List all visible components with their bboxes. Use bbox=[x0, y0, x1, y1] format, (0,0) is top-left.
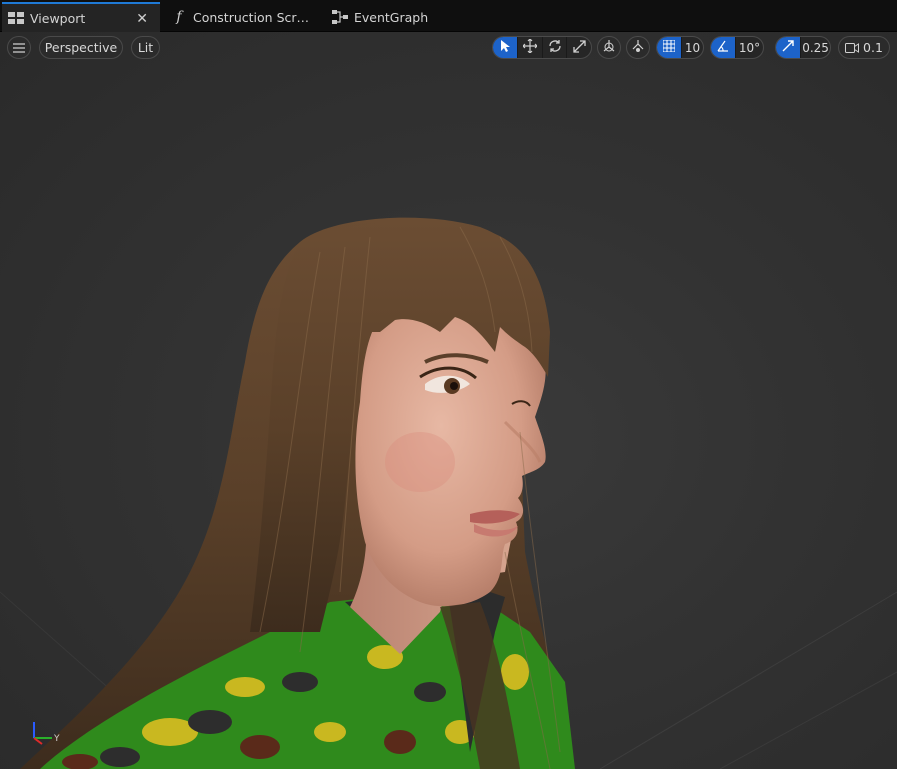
surface-snapping-button[interactable] bbox=[626, 36, 650, 59]
world-axis-icon bbox=[602, 38, 616, 57]
scale-snap-icon bbox=[782, 40, 794, 55]
grid-icon bbox=[662, 39, 676, 55]
hamburger-icon bbox=[13, 38, 25, 57]
scale-snap-toggle[interactable] bbox=[776, 37, 801, 58]
rotation-snap-group: 10° bbox=[710, 36, 764, 59]
angle-icon bbox=[717, 40, 729, 55]
move-tool-button[interactable] bbox=[517, 37, 542, 58]
grid-snap-group: 10 bbox=[656, 36, 704, 59]
tab-event-graph[interactable]: EventGraph bbox=[327, 2, 477, 32]
rotate-tool-button[interactable] bbox=[541, 37, 567, 58]
tab-construction-script[interactable]: f Construction Scr… bbox=[166, 2, 321, 32]
scale-tool-button[interactable] bbox=[566, 37, 591, 58]
lit-label: Lit bbox=[137, 40, 154, 55]
select-tool-button[interactable] bbox=[493, 37, 518, 58]
editor-tab-strip: Viewport ✕ f Construction Scr… EventGrap… bbox=[0, 0, 897, 32]
viewport[interactable]: Perspective Lit 10 10° 0.25 0.1 Y bbox=[0, 32, 897, 769]
viewport-layout-icon bbox=[7, 9, 25, 27]
grid-snap-value[interactable]: 10 bbox=[680, 37, 703, 58]
surface-snap-icon bbox=[631, 38, 645, 57]
perspective-button[interactable]: Perspective bbox=[39, 36, 123, 59]
rotation-snap-toggle[interactable] bbox=[711, 37, 736, 58]
scale-snap-value[interactable]: 0.25 bbox=[800, 37, 830, 58]
viewport-toolbar: Perspective Lit 10 10° 0.25 0.1 bbox=[0, 32, 897, 62]
tab-label: EventGraph bbox=[354, 9, 429, 25]
axis-y-label: Y bbox=[53, 734, 60, 744]
rotation-snap-value[interactable]: 10° bbox=[735, 37, 763, 58]
tab-label: Viewport bbox=[30, 10, 86, 26]
lit-button[interactable]: Lit bbox=[131, 36, 160, 59]
move-icon bbox=[522, 38, 538, 56]
camera-speed-label: 0.1 bbox=[863, 40, 883, 55]
perspective-label: Perspective bbox=[44, 40, 118, 55]
close-icon[interactable]: ✕ bbox=[136, 11, 148, 27]
coordinate-system-button[interactable] bbox=[597, 36, 621, 59]
transform-tools-group bbox=[492, 36, 592, 59]
rotation-snap-label: 10° bbox=[738, 40, 761, 55]
tab-viewport[interactable]: Viewport ✕ bbox=[2, 2, 160, 32]
character-preview bbox=[0, 217, 897, 769]
scale-snap-group: 0.25 bbox=[775, 36, 831, 59]
video-camera-icon bbox=[845, 42, 860, 53]
graph-nodes-icon bbox=[331, 8, 349, 26]
scale-snap-label: 0.25 bbox=[802, 40, 829, 55]
camera-speed-button[interactable]: 0.1 bbox=[838, 36, 890, 59]
function-icon: f bbox=[176, 9, 182, 25]
tab-label: Construction Scr… bbox=[193, 9, 310, 25]
grid-snap-label: 10 bbox=[684, 40, 701, 55]
axis-gizmo: Y bbox=[22, 708, 66, 752]
select-icon bbox=[500, 39, 511, 56]
scale-icon bbox=[573, 39, 586, 56]
viewport-options-button[interactable] bbox=[7, 36, 31, 59]
grid-snap-toggle[interactable] bbox=[657, 37, 681, 58]
rotate-icon bbox=[548, 39, 562, 56]
